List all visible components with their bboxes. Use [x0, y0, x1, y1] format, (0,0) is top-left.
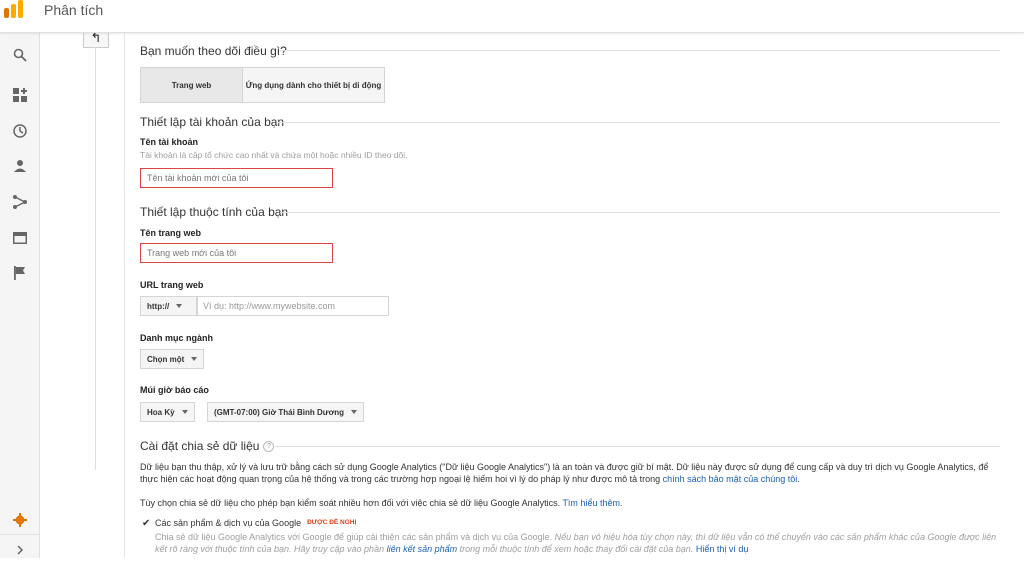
product-linking-link[interactable]: liên kết sản phẩm — [387, 544, 458, 554]
sharing-desc-end: . — [797, 474, 800, 484]
property-section-title: Thiết lập thuộc tính của bạn — [140, 205, 289, 219]
industry-label: Danh mục ngành — [140, 333, 214, 343]
account-name-label: Tên tài khoản — [140, 137, 199, 147]
tracking-tabs: Trang web Ứng dụng dành cho thiết bị di … — [140, 67, 385, 103]
site-url-input[interactable]: Ví dụ: http://www.mywebsite.com — [197, 296, 389, 316]
timezone-value: (GMT-07:00) Giờ Thái Bình Dương — [214, 407, 345, 417]
country-value: Hoa Kỳ — [147, 407, 175, 417]
chevron-down-icon — [181, 410, 188, 414]
tab-website[interactable]: Trang web — [141, 68, 243, 102]
protocol-dropdown[interactable]: http:// — [140, 296, 197, 316]
divider — [275, 446, 1000, 447]
industry-dropdown[interactable]: Chọn một — [140, 349, 205, 369]
account-name-help: Tài khoản là cấp tổ chức cao nhất và chứ… — [140, 150, 408, 160]
learn-more-link[interactable]: Tìm hiểu thêm. — [562, 498, 622, 508]
google-products-description: Chia sẻ dữ liệu Google Analytics với Goo… — [155, 531, 1000, 555]
chevron-down-icon — [351, 410, 358, 414]
option-desc-c: trong mỗi thuộc tính để xem hoặc thay đổ… — [459, 544, 694, 554]
recommended-badge: ĐƯỢC ĐỀ NGHỊ — [307, 519, 357, 526]
protocol-value: http:// — [147, 301, 170, 311]
industry-value: Chọn một — [147, 354, 185, 364]
nav-divider — [95, 47, 96, 470]
sharing-options-desc: Tùy chọn chia sẻ dữ liệu cho phép bạn ki… — [140, 498, 561, 508]
chevron-down-icon — [176, 304, 183, 308]
top-bar: Phân tích — [0, 0, 1024, 33]
google-products-option: Các sản phẩm & dịch vụ của Google ĐƯỢC ĐỀ… — [155, 517, 1000, 529]
google-products-label: Các sản phẩm & dịch vụ của Google — [155, 518, 302, 528]
google-products-checkbox[interactable]: ✔ — [142, 519, 151, 529]
expand-icon[interactable] — [7, 537, 33, 563]
tab-mobile-app[interactable]: Ứng dụng dành cho thiết bị di động — [243, 68, 384, 102]
sharing-title-text: Cài đặt chia sẻ dữ liệu — [140, 439, 260, 453]
divider — [280, 212, 1000, 213]
content-divider — [124, 33, 125, 558]
timezone-label: Múi giờ báo cáo — [140, 385, 209, 395]
help-icon[interactable]: ? — [263, 441, 275, 453]
account-section-title: Thiết lập tài khoản của bạn — [140, 115, 285, 129]
left-rail — [0, 33, 40, 558]
conversions-icon[interactable] — [7, 260, 33, 286]
show-example-link[interactable]: Hiển thị ví dụ — [696, 544, 749, 554]
divider — [278, 122, 1000, 123]
sharing-description: Dữ liệu bạn thu thập, xử lý và lưu trữ b… — [140, 461, 1000, 485]
audience-icon[interactable] — [7, 153, 33, 179]
behavior-icon[interactable] — [7, 225, 33, 251]
chevron-down-icon — [191, 357, 198, 361]
divider — [280, 50, 1000, 51]
realtime-icon[interactable] — [7, 118, 33, 144]
app-title: Phân tích — [44, 2, 104, 18]
analytics-logo-icon — [4, 0, 23, 18]
acquisition-icon[interactable] — [7, 189, 33, 215]
search-icon[interactable] — [7, 42, 33, 68]
account-name-input[interactable]: Tên tài khoản mới của tôi — [140, 168, 333, 188]
site-name-input[interactable]: Trang web mới của tôi — [140, 243, 333, 263]
customization-icon[interactable] — [7, 82, 33, 108]
privacy-policy-link[interactable]: chính sách bảo mật của chúng tôi — [663, 474, 798, 484]
sharing-desc-text: Dữ liệu bạn thu thập, xử lý và lưu trữ b… — [140, 462, 989, 484]
tracking-section-title: Bạn muốn theo dõi điều gì? — [140, 44, 287, 58]
country-dropdown[interactable]: Hoa Kỳ — [140, 402, 195, 422]
settings-icon[interactable] — [7, 507, 33, 533]
sharing-section-title: Cài đặt chia sẻ dữ liệu? — [140, 439, 275, 453]
site-name-label: Tên trang web — [140, 228, 202, 238]
admin-nav-column — [40, 33, 125, 558]
sharing-options-text: Tùy chọn chia sẻ dữ liệu cho phép bạn ki… — [140, 497, 1000, 509]
site-url-label: URL trang web — [140, 280, 204, 290]
timezone-dropdown[interactable]: (GMT-07:00) Giờ Thái Bình Dương — [207, 402, 365, 422]
option-desc-a: Chia sẻ dữ liệu Google Analytics với Goo… — [155, 532, 553, 542]
